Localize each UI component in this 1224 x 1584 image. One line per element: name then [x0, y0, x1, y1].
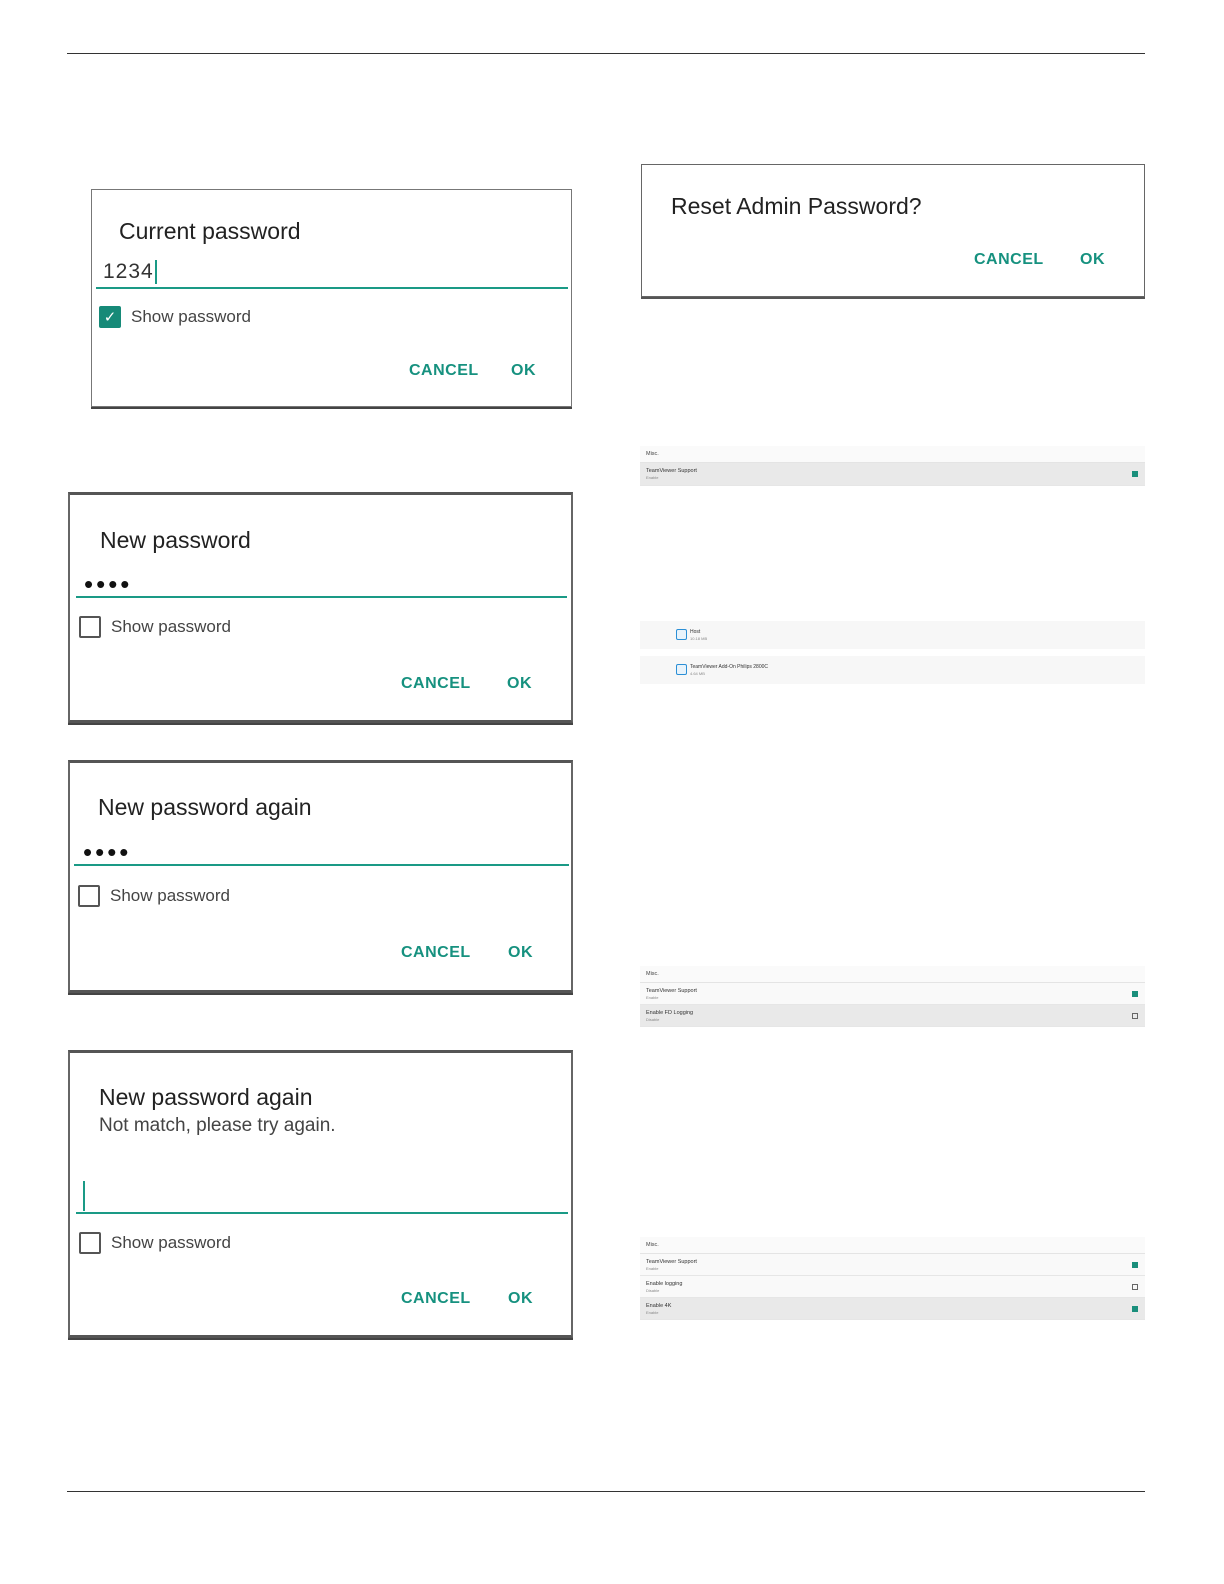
show-password-row[interactable]: ✓ Show password: [99, 306, 251, 328]
list-item[interactable]: TeamViewer Support Enable: [640, 983, 1145, 1005]
item-checkbox[interactable]: [1132, 1262, 1138, 1268]
show-password-checkbox[interactable]: ✓: [99, 306, 121, 328]
password-input[interactable]: [82, 1181, 85, 1211]
show-password-row[interactable]: Show password: [79, 616, 231, 638]
input-underline: [74, 864, 569, 866]
reset-admin-password-dialog: Reset Admin Password? CANCEL OK: [641, 164, 1145, 297]
current-password-dialog: Current password 1234 ✓ Show password CA…: [91, 189, 572, 407]
item-checkbox[interactable]: [1132, 1306, 1138, 1312]
item-checkbox[interactable]: [1132, 1013, 1138, 1019]
cancel-button[interactable]: CANCEL: [401, 944, 471, 962]
new-password-dialog: New password •••• Show password CANCEL O…: [68, 492, 573, 723]
item-title: TeamViewer Support: [646, 988, 697, 994]
app-name: Host: [690, 629, 701, 635]
dialog-title: New password again: [98, 794, 312, 820]
item-subtitle: Enable: [646, 475, 659, 480]
section-header: Misc.: [640, 446, 1145, 463]
show-password-checkbox[interactable]: [78, 885, 100, 907]
ok-button[interactable]: OK: [1080, 251, 1105, 269]
show-password-label: Show password: [111, 1233, 232, 1252]
input-underline: [76, 596, 567, 598]
dialog-title: New password again: [99, 1084, 313, 1110]
item-subtitle: Disable: [646, 1017, 660, 1022]
teamviewer-icon: [676, 629, 687, 640]
app-list-item[interactable]: TeamViewer Add-On Philips 2800C 4.64 MB: [640, 656, 1145, 684]
show-password-label: Show password: [110, 886, 231, 905]
app-size: 10.18 MB: [690, 636, 708, 641]
bottom-rule: [67, 1491, 1145, 1492]
item-checkbox[interactable]: [1132, 1284, 1138, 1290]
app-size: 4.64 MB: [690, 671, 705, 676]
input-underline: [76, 1212, 568, 1214]
show-password-row[interactable]: Show password: [79, 1232, 231, 1254]
item-checkbox[interactable]: [1132, 471, 1138, 477]
ok-button[interactable]: OK: [511, 362, 536, 380]
item-subtitle: Enable: [646, 1310, 659, 1315]
misc-settings-list-3: Misc. TeamViewer Support Enable Enable l…: [640, 1237, 1145, 1320]
cancel-button[interactable]: CANCEL: [974, 251, 1044, 269]
show-password-checkbox[interactable]: [79, 616, 101, 638]
cancel-button[interactable]: CANCEL: [401, 675, 471, 693]
list-item[interactable]: Enable 4K Enable: [640, 1298, 1145, 1320]
misc-settings-list-2: Misc. TeamViewer Support Enable Enable F…: [640, 966, 1145, 1027]
item-title: Enable logging: [646, 1281, 683, 1287]
item-title: Enable FD Logging: [646, 1010, 694, 1016]
section-header: Misc.: [640, 966, 1145, 983]
password-value: 1234: [103, 260, 154, 283]
show-password-checkbox[interactable]: [79, 1232, 101, 1254]
ok-button[interactable]: OK: [508, 944, 533, 962]
password-input[interactable]: ••••: [83, 839, 131, 865]
password-mismatch-dialog: New password again Not match, please try…: [68, 1050, 573, 1338]
password-input[interactable]: 1234: [103, 260, 157, 285]
app-list: Host 10.18 MB TeamViewer Add-On Philips …: [640, 621, 1145, 687]
dialog-title: Current password: [119, 218, 301, 244]
list-item[interactable]: TeamViewer Support Enable: [640, 463, 1145, 486]
list-item[interactable]: Enable FD Logging Disable: [640, 1005, 1145, 1027]
list-item[interactable]: Enable logging Disable: [640, 1276, 1145, 1298]
item-title: TeamViewer Support: [646, 468, 697, 474]
show-password-label: Show password: [131, 307, 252, 326]
dialog-title: Reset Admin Password?: [671, 193, 922, 219]
app-list-item[interactable]: Host 10.18 MB: [640, 621, 1145, 649]
password-input[interactable]: ••••: [84, 571, 132, 597]
list-item[interactable]: TeamViewer Support Enable: [640, 1254, 1145, 1276]
text-cursor: [83, 1181, 85, 1211]
app-name: TeamViewer Add-On Philips 2800C: [690, 664, 769, 670]
item-subtitle: Enable: [646, 1266, 659, 1271]
cancel-button[interactable]: CANCEL: [409, 362, 479, 380]
new-password-again-dialog: New password again •••• Show password CA…: [68, 760, 573, 993]
input-underline: [96, 287, 568, 289]
ok-button[interactable]: OK: [507, 675, 532, 693]
item-subtitle: Enable: [646, 995, 659, 1000]
error-message: Not match, please try again.: [99, 1115, 336, 1136]
misc-settings-list-1: Misc. TeamViewer Support Enable: [640, 446, 1145, 486]
cancel-button[interactable]: CANCEL: [401, 1290, 471, 1308]
dialog-title: New password: [100, 527, 251, 553]
show-password-label: Show password: [111, 617, 232, 636]
item-title: Enable 4K: [646, 1303, 672, 1309]
top-rule: [67, 53, 1145, 54]
item-subtitle: Disable: [646, 1288, 660, 1293]
show-password-row[interactable]: Show password: [78, 885, 230, 907]
teamviewer-icon: [676, 664, 687, 675]
section-header: Misc.: [640, 1237, 1145, 1254]
text-cursor: [154, 260, 157, 285]
ok-button[interactable]: OK: [508, 1290, 533, 1308]
item-title: TeamViewer Support: [646, 1259, 697, 1265]
item-checkbox[interactable]: [1132, 991, 1138, 997]
checkmark-icon: ✓: [103, 308, 117, 326]
